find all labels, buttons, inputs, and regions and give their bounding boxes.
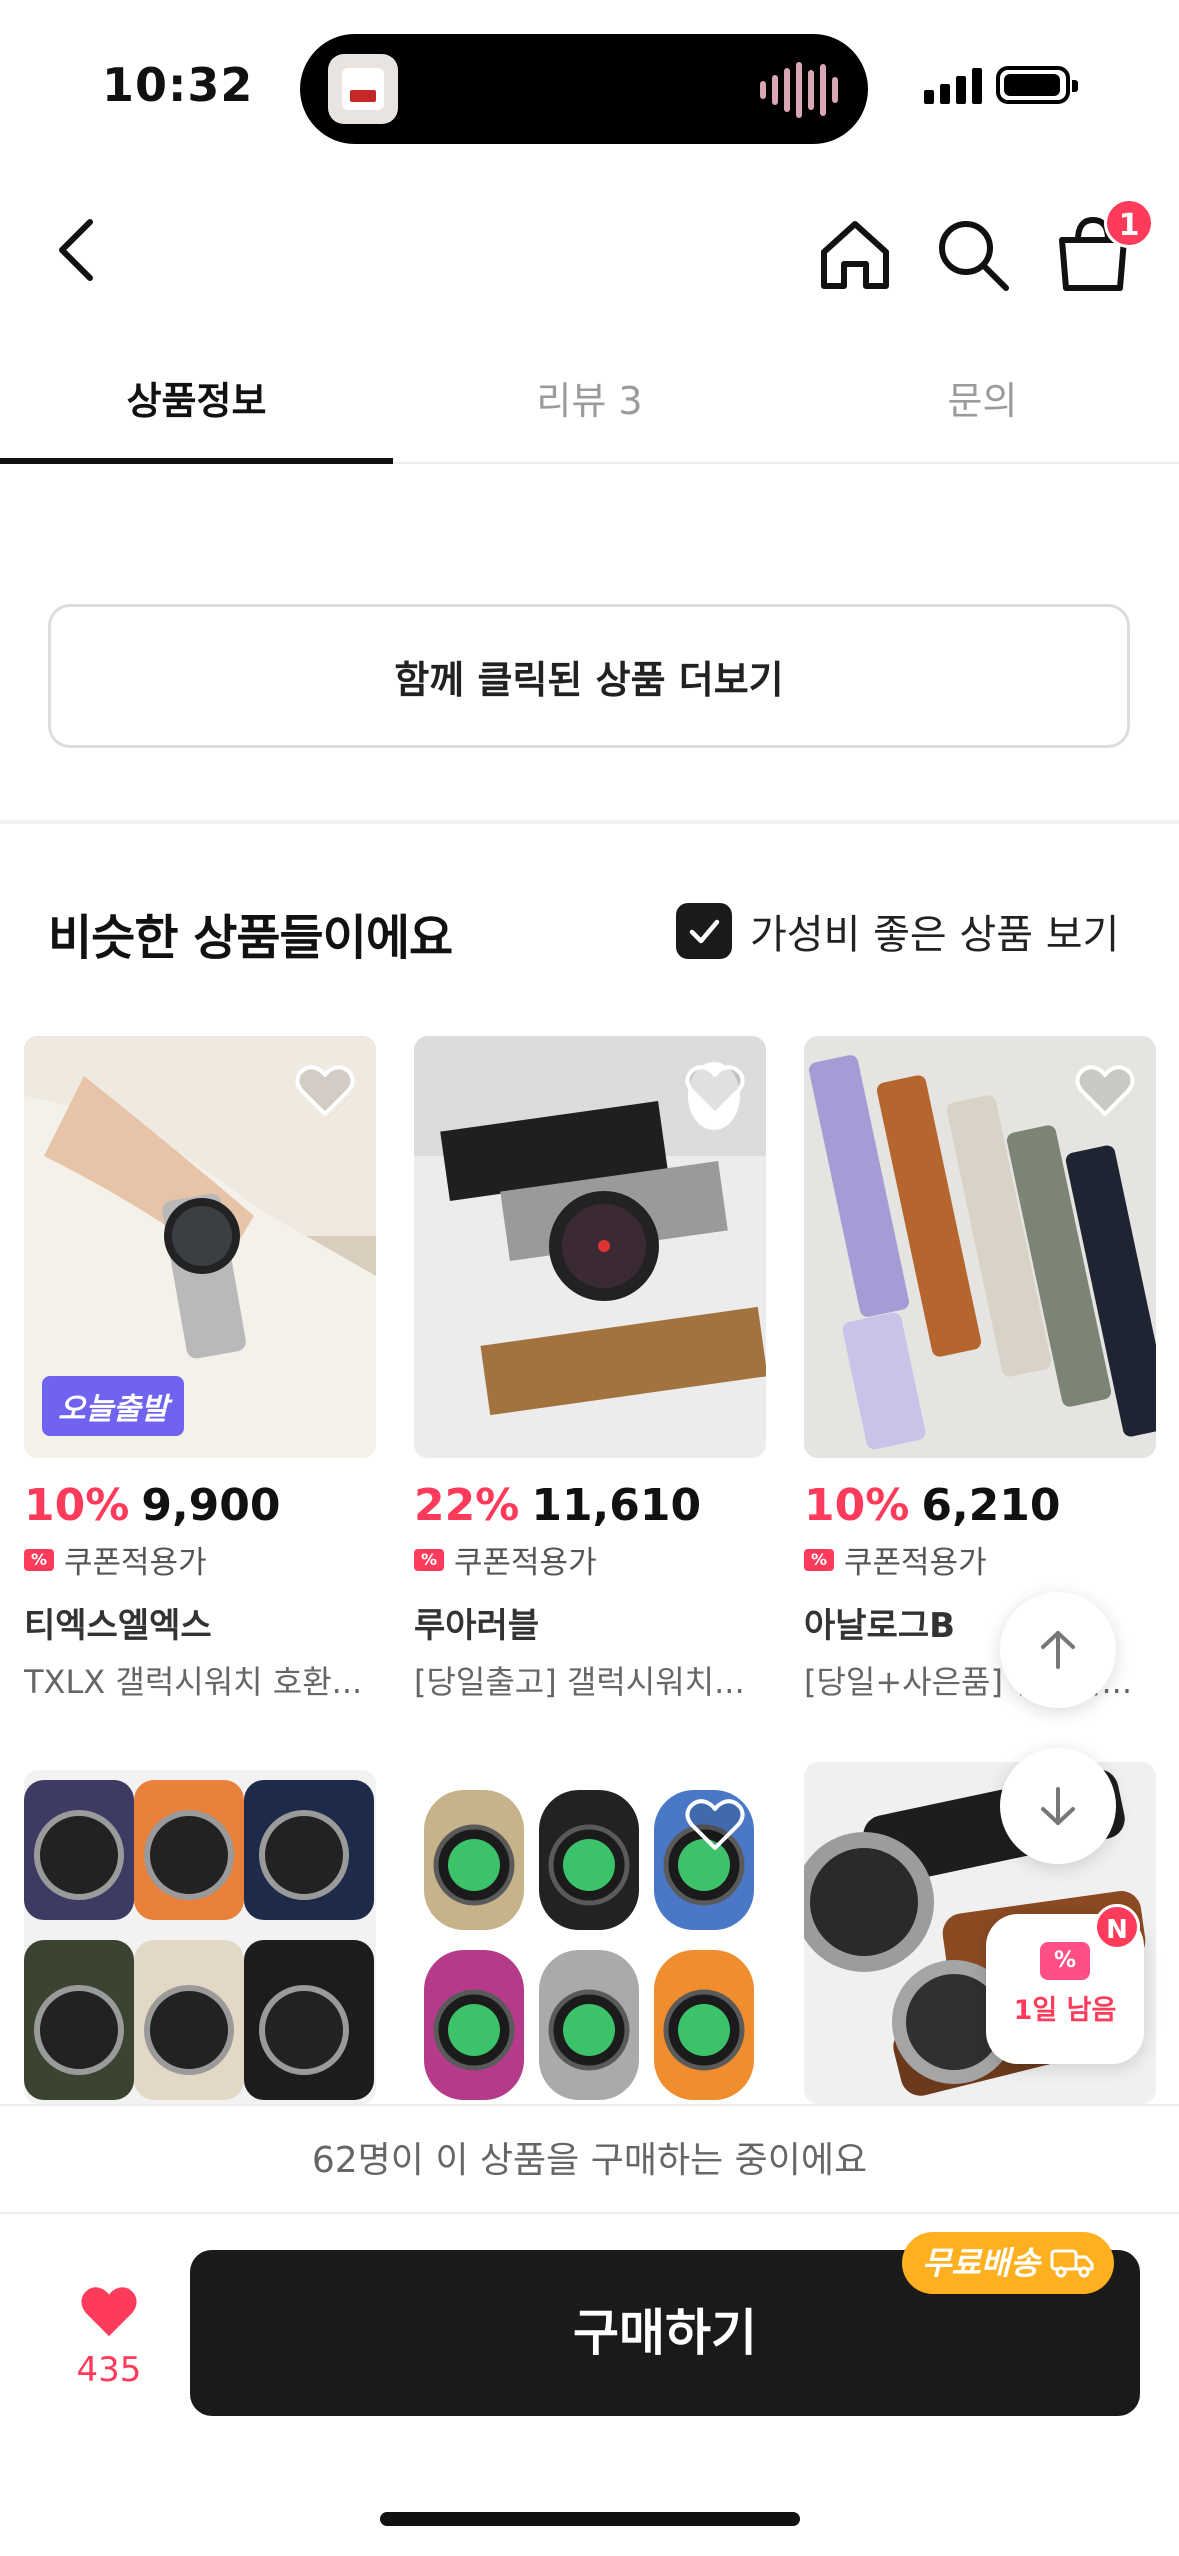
- truck-icon: [1050, 2249, 1094, 2278]
- chevron-left-icon: [59, 219, 93, 281]
- free-shipping-label: 무료배송: [922, 2244, 1040, 2282]
- product-card[interactable]: [24, 1770, 376, 2104]
- coupon-price-label: % 쿠폰적용가: [414, 1537, 766, 1582]
- top-navigation: [0, 190, 1179, 310]
- arrow-up-icon: [1041, 1631, 1075, 1669]
- product-tabs: 상품정보 리뷰 3 문의: [0, 350, 1179, 470]
- product-card[interactable]: 10% 6,210 % 쿠폰적용가 아날로그B [당일+사은품] 갤럭시...: [804, 1036, 1156, 1703]
- status-time: 10:32: [102, 58, 254, 112]
- cellular-signal-icon: [924, 64, 982, 104]
- product-image[interactable]: [804, 1036, 1156, 1458]
- product-image[interactable]: 오늘출발: [24, 1036, 376, 1458]
- cart-count-badge: 1: [1104, 198, 1154, 248]
- product-card[interactable]: [414, 1770, 766, 2104]
- heart-outline-icon: [295, 1065, 355, 1116]
- heart-outline-icon: [1075, 1065, 1135, 1116]
- value-products-checkbox[interactable]: [676, 903, 732, 959]
- coupon-label: 쿠폰적용가: [64, 1545, 207, 1581]
- product-image[interactable]: [24, 1770, 376, 2104]
- heart-outline-icon: [685, 1799, 745, 1850]
- coupon-ticket-icon: %: [1040, 1942, 1090, 1980]
- like-count: 435: [76, 2350, 142, 2390]
- wishlist-heart-button[interactable]: [684, 1796, 746, 1854]
- product-image[interactable]: [414, 1770, 766, 2104]
- like-button[interactable]: 435: [64, 2284, 154, 2390]
- value-products-toggle[interactable]: 가성비 좋은 상품 보기: [676, 902, 1119, 960]
- brand-name: 티엑스엘엑스: [24, 1606, 212, 1646]
- wishlist-heart-button[interactable]: [294, 1062, 356, 1120]
- coupon-label: 쿠폰적용가: [454, 1545, 597, 1581]
- price: 9,900: [141, 1480, 281, 1531]
- coupon-price-label: % 쿠폰적용가: [24, 1537, 376, 1582]
- free-shipping-badge: 무료배송: [902, 2232, 1114, 2294]
- coupon-icon: %: [804, 1548, 834, 1571]
- price-row: 10% 9,900: [24, 1480, 376, 1531]
- wishlist-heart-button[interactable]: [1074, 1062, 1136, 1120]
- island-app-icon: [328, 54, 398, 124]
- price-row: 10% 6,210: [804, 1480, 1156, 1531]
- similar-products-title: 비슷한 상품들이에요: [48, 910, 453, 966]
- back-button[interactable]: [40, 210, 120, 290]
- status-bar: 10:32: [0, 0, 1179, 160]
- brand-name: 루아러블: [414, 1606, 540, 1646]
- more-clicked-products-button[interactable]: 함께 클릭된 상품 더보기: [48, 604, 1130, 748]
- product-name: TXLX 갤럭시워치 호환...: [24, 1663, 363, 1701]
- product-card[interactable]: 22% 11,610 % 쿠폰적용가 루아러블 [당일출고] 갤럭시워치...: [414, 1036, 766, 1703]
- dynamic-island[interactable]: [300, 34, 868, 144]
- audio-wave-icon: [760, 62, 838, 118]
- heart-filled-icon: [81, 2287, 137, 2337]
- price-row: 22% 11,610: [414, 1480, 766, 1531]
- buyers-notice: 62명이 이 상품을 구매하는 중이에요: [0, 2104, 1179, 2214]
- coupon-icon: %: [414, 1548, 444, 1571]
- value-products-label: 가성비 좋은 상품 보기: [750, 912, 1120, 958]
- tab-inquiry[interactable]: 문의: [786, 350, 1179, 470]
- wishlist-heart-button[interactable]: [684, 1062, 746, 1120]
- new-badge: N: [1094, 1904, 1140, 1950]
- coupon-countdown-label: 1일 남음: [1013, 1995, 1117, 2026]
- home-button[interactable]: [810, 210, 900, 300]
- battery-icon: [996, 66, 1078, 104]
- product-image[interactable]: [414, 1036, 766, 1458]
- discount-rate: 10%: [24, 1480, 130, 1531]
- discount-rate: 10%: [804, 1480, 910, 1531]
- home-indicator[interactable]: [380, 2512, 800, 2526]
- scroll-up-button[interactable]: [1000, 1592, 1116, 1708]
- bottom-action-bar: 435 구매하기 무료배송: [0, 2214, 1179, 2556]
- search-icon: [939, 221, 1009, 291]
- coupon-label: 쿠폰적용가: [844, 1545, 987, 1581]
- coupon-icon: %: [24, 1548, 54, 1571]
- scroll-down-button[interactable]: [1000, 1748, 1116, 1864]
- section-divider: [0, 820, 1179, 824]
- product-name: [당일출고] 갤럭시워치...: [414, 1663, 745, 1701]
- same-day-shipping-badge: 오늘출발: [42, 1376, 185, 1436]
- price: 11,610: [531, 1480, 702, 1531]
- arrow-down-icon: [1041, 1787, 1075, 1825]
- tab-product-info[interactable]: 상품정보: [0, 350, 393, 470]
- product-card[interactable]: 오늘출발 10% 9,900 % 쿠폰적용가 티엑스엘엑스 TXLX 갤럭시워치 호…: [24, 1036, 376, 1703]
- price: 6,210: [921, 1480, 1061, 1531]
- checkmark-icon: [689, 919, 720, 944]
- tab-reviews[interactable]: 리뷰 3: [393, 350, 786, 470]
- search-button[interactable]: [928, 210, 1018, 300]
- active-tab-indicator: [0, 458, 393, 464]
- coupon-price-label: % 쿠폰적용가: [804, 1537, 1156, 1582]
- heart-outline-icon: [685, 1065, 745, 1116]
- home-icon: [821, 221, 889, 289]
- discount-rate: 22%: [414, 1480, 520, 1531]
